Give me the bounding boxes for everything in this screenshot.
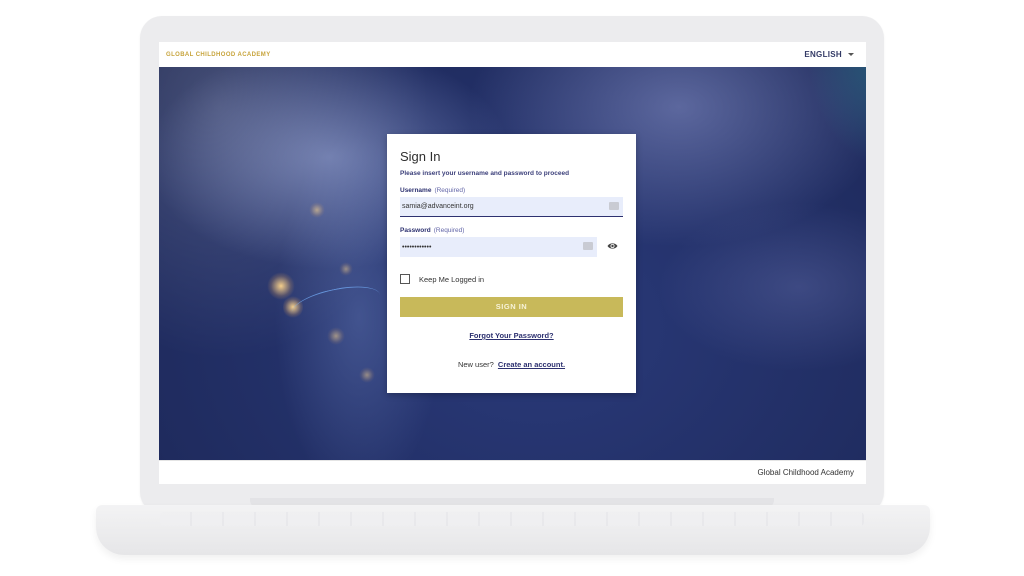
signin-card: Sign In Please insert your username and … xyxy=(387,134,636,393)
footer-text: Global Childhood Academy xyxy=(757,468,854,477)
signin-subtitle: Please insert your username and password… xyxy=(400,170,570,177)
password-field[interactable]: •••••••••••• xyxy=(400,237,597,257)
forgot-password-link[interactable]: Forgot Your Password? xyxy=(400,331,623,340)
city-lights xyxy=(327,327,345,345)
keyboard-icon[interactable] xyxy=(609,202,619,210)
password-required: (Required) xyxy=(433,227,465,234)
laptop-keyboard xyxy=(160,512,864,526)
city-lights xyxy=(339,262,353,276)
username-label-text: Username xyxy=(400,187,432,194)
username-field[interactable]: samia@advanceint.org xyxy=(400,197,623,217)
keep-logged-in-label[interactable]: Keep Me Logged in xyxy=(419,275,484,284)
laptop-screen: GLOBAL CHILDHOOD ACADEMY ENGLISH Global … xyxy=(159,42,866,484)
username-value: samia@advanceint.org xyxy=(402,203,474,210)
top-bar: GLOBAL CHILDHOOD ACADEMY ENGLISH xyxy=(159,42,866,67)
language-label: ENGLISH xyxy=(804,50,842,59)
new-user-text: New user? xyxy=(457,360,494,369)
page-footer: Global Childhood Academy xyxy=(159,460,866,484)
chevron-down-icon xyxy=(848,53,854,56)
password-value: •••••••••••• xyxy=(402,243,432,251)
orbit-arc xyxy=(288,279,384,329)
city-lights xyxy=(309,202,325,218)
username-label: Username (Required) xyxy=(400,187,623,194)
password-row: •••••••••••• xyxy=(400,234,623,257)
city-lights xyxy=(359,367,375,383)
eye-icon[interactable] xyxy=(606,240,618,252)
keep-logged-in-checkbox[interactable] xyxy=(400,274,410,284)
stage: GLOBAL CHILDHOOD ACADEMY ENGLISH Global … xyxy=(0,0,1024,576)
create-account-link[interactable]: Create an account. xyxy=(498,360,565,369)
new-user-row: New user? Create an account. xyxy=(400,360,623,369)
brand-logo-text[interactable]: GLOBAL CHILDHOOD ACADEMY xyxy=(166,52,271,58)
atmosphere-glow xyxy=(806,67,866,167)
language-selector[interactable]: ENGLISH xyxy=(804,50,854,59)
keep-logged-in-row[interactable]: Keep Me Logged in xyxy=(400,274,623,284)
username-required: (Required) xyxy=(434,187,466,194)
keyboard-icon[interactable] xyxy=(583,242,593,250)
signin-button[interactable]: SIGN IN xyxy=(400,297,623,317)
signin-title: Sign In xyxy=(400,149,441,164)
password-label: Password (Required) xyxy=(400,227,623,234)
password-label-text: Password xyxy=(400,227,431,234)
